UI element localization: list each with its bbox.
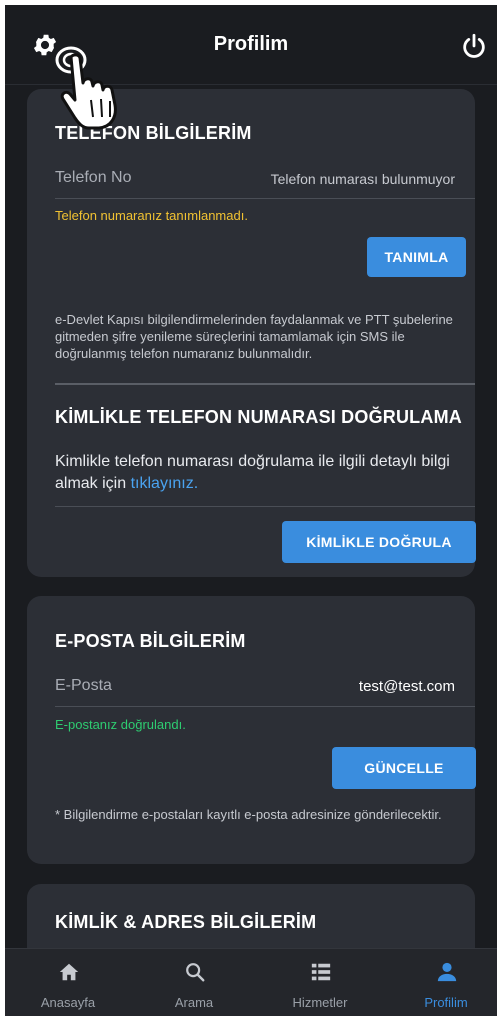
verify-text: Kimlikle telefon numarası doğrulama ile … xyxy=(55,451,470,495)
phone-status: Telefon numaranız tanımlanmadı. xyxy=(55,208,248,223)
section-divider xyxy=(55,383,475,385)
nav-item-search[interactable]: Arama xyxy=(144,949,244,1016)
hand-pointer-icon xyxy=(55,46,117,130)
email-status: E-postanız doğrulandı. xyxy=(55,717,186,732)
verify-identity-button[interactable]: KİMLİKLE DOĞRULA xyxy=(282,521,476,563)
email-section-title: E-POSTA BİLGİLERİM xyxy=(55,631,246,651)
verify-link[interactable]: tıklayınız. xyxy=(131,475,199,492)
nav-item-home[interactable]: Anasayfa xyxy=(18,949,118,1016)
identity-section-title: KİMLİK & ADRES BİLGİLERİM xyxy=(55,912,317,932)
nav-item-profile[interactable]: Profilim xyxy=(396,949,496,1016)
email-info-text: * Bilgilendirme e-postaları kayıtlı e-po… xyxy=(55,807,442,822)
nav-item-services[interactable]: Hizmetler xyxy=(270,949,370,1016)
nav-label-home: Anasayfa xyxy=(40,995,96,1010)
verify-section-title: KİMLİKLE TELEFON NUMARASI DOĞRULAMA xyxy=(55,407,462,427)
user-icon xyxy=(437,962,457,982)
phone-card: TELEFON BİLGİLERİM Telefon No Telefon nu… xyxy=(27,89,476,577)
power-icon[interactable] xyxy=(460,33,488,61)
email-card: E-POSTA BİLGİLERİM E-Posta test@test.com… xyxy=(27,596,476,864)
email-label: E-Posta xyxy=(55,677,112,694)
phone-label: Telefon No xyxy=(55,169,132,186)
phone-info-text: e-Devlet Kapısı bilgilendirmelerinden fa… xyxy=(55,312,453,361)
nav-label-services: Hizmetler xyxy=(292,995,348,1010)
verify-divider xyxy=(55,506,475,507)
phone-value: Telefon numarası bulunmuyor xyxy=(270,171,455,187)
update-email-button[interactable]: GÜNCELLE xyxy=(332,747,476,789)
phone-divider xyxy=(55,198,475,199)
nav-label-search: Arama xyxy=(174,995,214,1010)
bottom-nav: Anasayfa Arama Hizmetler Profilim xyxy=(5,948,497,1016)
search-icon xyxy=(186,963,205,982)
nav-label-profile: Profilim xyxy=(424,995,468,1010)
profile-screen: Profilim TELEFON BİLGİLERİM Telefon No T… xyxy=(5,5,497,1016)
define-phone-button[interactable]: TANIMLA xyxy=(367,237,466,277)
email-value: test@test.com xyxy=(358,678,455,695)
verify-description: Kimlikle telefon numarası doğrulama ile … xyxy=(55,453,450,492)
email-divider xyxy=(55,706,475,707)
home-icon xyxy=(59,963,79,981)
list-icon xyxy=(311,963,331,981)
